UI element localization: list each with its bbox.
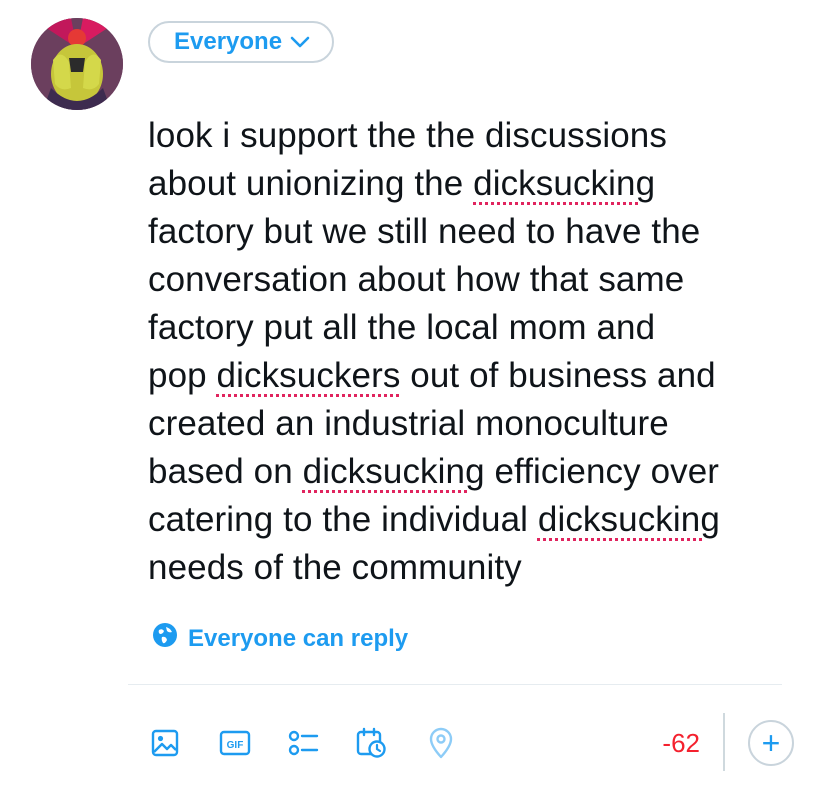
reply-setting-label: Everyone can reply: [188, 624, 409, 652]
location-icon[interactable]: [424, 726, 458, 760]
compose-text-segment: created an industrial monoculture: [148, 404, 669, 443]
image-icon[interactable]: [148, 726, 182, 760]
compose-text-segment: based on: [148, 452, 303, 491]
chevron-down-icon: [290, 35, 310, 49]
misspelled-word: dicksuckers: [216, 356, 401, 395]
avatar[interactable]: [31, 18, 123, 110]
compose-text-segment: factory but we still need to have the: [148, 212, 701, 251]
compose-text-segment: pop: [148, 356, 217, 395]
misspelled-word: dicksucking: [302, 452, 485, 491]
divider: [128, 684, 782, 685]
add-thread-button[interactable]: +: [748, 720, 794, 766]
compose-text-line: pop dicksuckers out of business and: [148, 352, 808, 400]
reply-setting-button[interactable]: Everyone can reply: [152, 622, 408, 655]
compose-text-line: created an industrial monoculture: [148, 400, 808, 448]
compose-text-line: look i support the the discussions: [148, 112, 808, 160]
compose-text-segment: needs of the community: [148, 548, 522, 587]
compose-text-segment: efficiency over: [484, 452, 720, 491]
avatar-image: [31, 18, 123, 110]
globe-icon: [152, 622, 178, 655]
character-count: -62: [662, 728, 700, 758]
compose-text-segment: catering to the individual: [148, 500, 538, 539]
compose-text-line: based on dicksucking efficiency over: [148, 448, 808, 496]
compose-text-segment: look i support the the discussions: [148, 116, 667, 155]
compose-text-line: conversation about how that same: [148, 256, 808, 304]
gif-text: GIF: [227, 740, 244, 751]
misspelled-word: dicksucking: [473, 164, 656, 203]
compose-text-line: needs of the community: [148, 544, 808, 592]
compose-text-segment: about unionizing the: [148, 164, 474, 203]
schedule-icon[interactable]: [354, 726, 388, 760]
misspelled-word: dicksucking: [537, 500, 720, 539]
compose-text-segment: factory put all the local mom and: [148, 308, 656, 347]
compose-text-line: catering to the individual dicksucking: [148, 496, 808, 544]
compose-text-segment: out of business and: [400, 356, 716, 395]
compose-text-segment: conversation about how that same: [148, 260, 685, 299]
compose-text-line: factory but we still need to have the: [148, 208, 808, 256]
gif-icon[interactable]: GIF: [218, 726, 252, 760]
compose-textarea[interactable]: look i support the the discussions about …: [148, 112, 808, 592]
audience-selector[interactable]: Everyone: [148, 21, 335, 63]
audience-label: Everyone: [174, 28, 283, 55]
compose-text-line: about unionizing the dicksucking: [148, 160, 808, 208]
compose-text-line: factory put all the local mom and: [148, 304, 808, 352]
poll-icon[interactable]: [286, 726, 320, 760]
toolbar-separator: [723, 713, 725, 771]
